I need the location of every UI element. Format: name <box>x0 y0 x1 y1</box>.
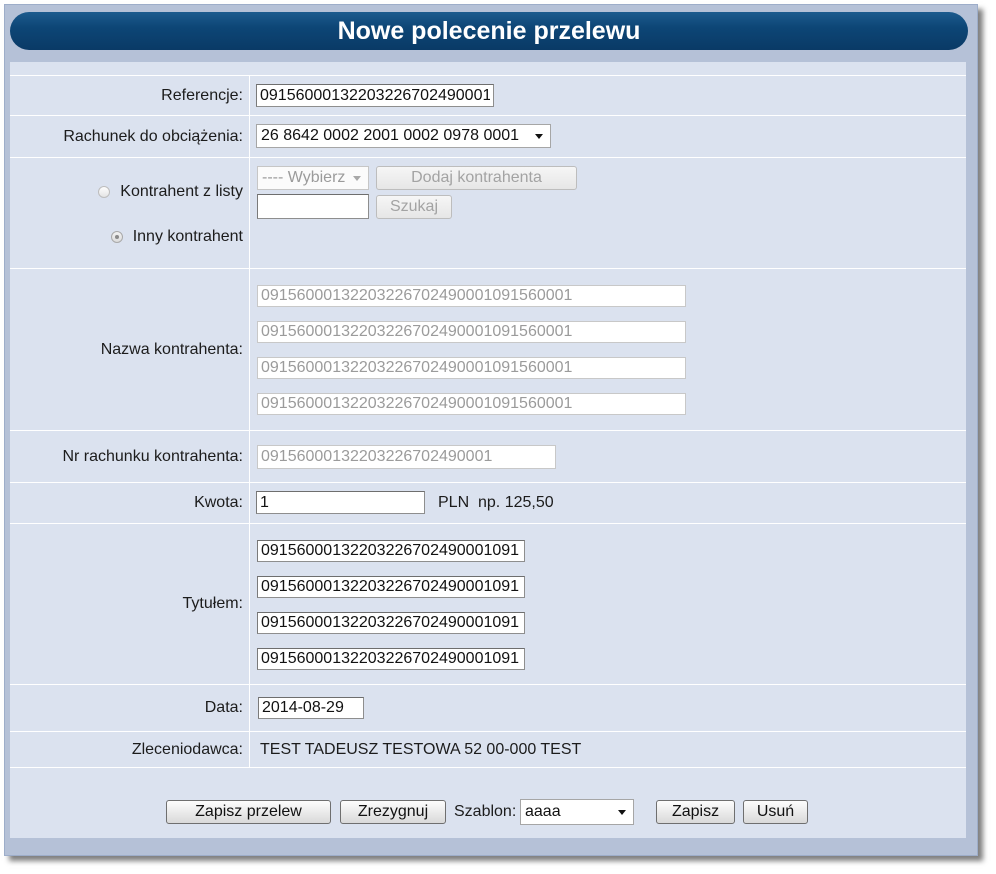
cancel-button[interactable]: Zrezygnuj <box>340 800 446 824</box>
amount-hint: np. 125,50 <box>478 494 554 511</box>
amount-label: Kwota: <box>10 483 250 523</box>
reference-label: Referencje: <box>10 76 250 115</box>
counterparty-search-input[interactable] <box>257 194 369 219</box>
transfer-title-label: Tytułem: <box>10 524 250 684</box>
delete-template-button[interactable]: Usuń <box>743 800 808 824</box>
counterparty-from-list-option[interactable]: Kontrahent z listy <box>98 183 243 201</box>
row-counterparty-name: Nazwa kontrahenta: <box>10 269 966 431</box>
template-label: Szablon: <box>454 803 517 820</box>
save-transfer-button[interactable]: Zapisz przelew <box>166 800 331 824</box>
row-debit-account: Rachunek do obciążenia: 26 8642 0002 200… <box>10 116 966 158</box>
row-counterparty: Kontrahent z listy Inny kontrahent ---- … <box>10 158 966 269</box>
transfer-title-line-2[interactable] <box>257 576 525 598</box>
counterparty-name-label: Nazwa kontrahenta: <box>10 269 250 430</box>
row-amount: Kwota: PLN np. 125,50 <box>10 483 966 524</box>
counterparty-list-select[interactable]: ---- Wybierz <box>257 166 369 190</box>
counterparty-list-select-value: ---- Wybierz <box>262 169 346 186</box>
date-input[interactable] <box>258 697 364 719</box>
counterparty-from-list-radio[interactable] <box>98 186 111 198</box>
chevron-down-icon <box>353 176 361 181</box>
counterparty-other-radio[interactable] <box>110 231 123 243</box>
amount-input[interactable] <box>256 491 425 514</box>
transfer-title-line-1[interactable] <box>257 540 525 562</box>
template-select-value: aaaa <box>525 803 561 820</box>
counterparty-mode-cell: Kontrahent z listy Inny kontrahent <box>10 158 250 268</box>
counterparty-account-label: Nr rachunku kontrahenta: <box>10 431 250 482</box>
row-reference: Referencje: <box>10 76 966 116</box>
page-header: Nowe polecenie przelewu <box>10 12 968 50</box>
counterparty-other-option[interactable]: Inny kontrahent <box>110 228 243 246</box>
row-date: Data: <box>10 685 966 732</box>
amount-currency: PLN <box>438 494 470 511</box>
transfer-title-line-3[interactable] <box>257 612 525 634</box>
page-title: Nowe polecenie przelewu <box>337 16 641 45</box>
counterparty-from-list-label: Kontrahent z listy <box>120 183 243 200</box>
debit-account-value: 26 8642 0002 2001 0002 0978 0001 <box>261 127 520 144</box>
add-counterparty-button[interactable]: Dodaj kontrahenta <box>376 166 577 190</box>
counterparty-name-line-2[interactable] <box>257 321 686 343</box>
principal-label: Zleceniodawca: <box>10 732 250 767</box>
counterparty-name-line-1[interactable] <box>257 285 686 307</box>
row-transfer-title: Tytułem: <box>10 524 966 685</box>
search-counterparty-button[interactable]: Szukaj <box>376 195 452 219</box>
date-label: Data: <box>10 685 250 731</box>
chevron-down-icon <box>618 810 626 815</box>
transfer-title-line-4[interactable] <box>257 648 525 670</box>
principal-value: TEST TADEUSZ TESTOWA 52 00-000 TEST <box>260 741 582 758</box>
row-counterparty-account: Nr rachunku kontrahenta: <box>10 431 966 483</box>
actions-row: Zapisz przelew Zrezygnuj Szablon: aaaa Z… <box>10 768 966 838</box>
template-select[interactable]: aaaa <box>520 799 634 825</box>
reference-input[interactable] <box>256 84 494 107</box>
chevron-down-icon <box>535 134 543 139</box>
counterparty-name-line-4[interactable] <box>257 393 686 415</box>
row-principal: Zleceniodawca: TEST TADEUSZ TESTOWA 52 0… <box>10 732 966 768</box>
save-template-button[interactable]: Zapisz <box>656 800 735 824</box>
counterparty-account-input[interactable] <box>257 445 556 469</box>
debit-account-label: Rachunek do obciążenia: <box>10 116 250 157</box>
transfer-form: Referencje: Rachunek do obciążenia: 26 8… <box>10 75 966 838</box>
counterparty-name-line-3[interactable] <box>257 357 686 379</box>
debit-account-select[interactable]: 26 8642 0002 2001 0002 0978 0001 <box>256 124 551 148</box>
counterparty-other-label: Inny kontrahent <box>132 228 243 245</box>
